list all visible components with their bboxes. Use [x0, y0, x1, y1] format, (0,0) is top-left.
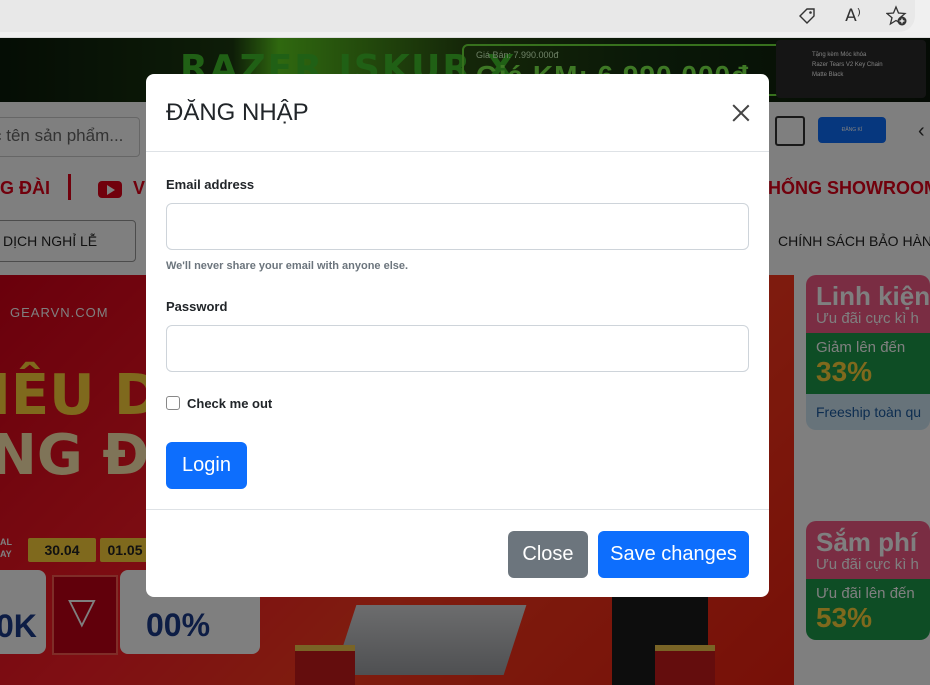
read-aloud-icon[interactable]: A⁾ [840, 3, 866, 29]
modal-footer: Close Save changes [146, 509, 769, 597]
add-favorite-icon[interactable] [884, 3, 910, 29]
save-changes-button[interactable]: Save changes [598, 531, 749, 578]
address-bar[interactable] [0, 0, 915, 32]
tag-icon[interactable] [794, 3, 820, 29]
login-button[interactable]: Login [166, 442, 247, 489]
password-label: Password [166, 299, 228, 314]
modal-title: ĐĂNG NHẬP [166, 99, 309, 126]
email-label: Email address [166, 177, 255, 192]
password-field[interactable] [166, 325, 749, 372]
close-button[interactable]: Close [508, 531, 588, 578]
email-field[interactable] [166, 203, 749, 250]
close-icon[interactable] [730, 102, 752, 124]
check-me-out-label[interactable]: Check me out [187, 396, 272, 411]
email-help-text: We'll never share your email with anyone… [166, 260, 409, 272]
modal-header: ĐĂNG NHẬP [146, 74, 769, 152]
browser-toolbar: A⁾ [0, 0, 930, 38]
login-modal: ĐĂNG NHẬP Email address We'll never shar… [146, 74, 769, 597]
check-me-out-checkbox[interactable] [166, 396, 180, 410]
